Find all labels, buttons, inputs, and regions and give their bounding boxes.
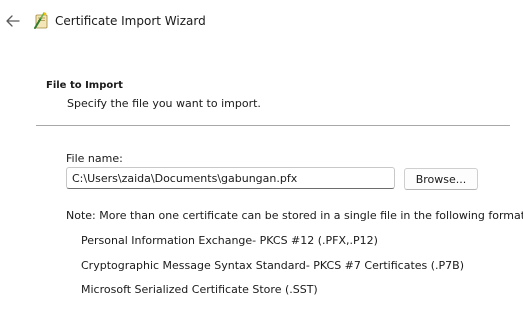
section-subtitle: Specify the file you want to import.: [67, 97, 261, 110]
back-button[interactable]: [4, 12, 22, 30]
section-title: File to Import: [46, 80, 123, 91]
browse-button[interactable]: Browse...: [404, 168, 478, 190]
window-title: Certificate Import Wizard: [55, 14, 206, 28]
certificate-wizard-icon: [34, 12, 50, 30]
title-bar: Certificate Import Wizard: [0, 0, 523, 44]
file-name-input[interactable]: [66, 167, 395, 189]
back-arrow-icon: [6, 15, 20, 27]
file-name-label: File name:: [66, 152, 123, 165]
format-item-p7b: Cryptographic Message Syntax Standard- P…: [81, 259, 465, 272]
note-text: Note: More than one certificate can be s…: [66, 209, 523, 222]
format-item-sst: Microsoft Serialized Certificate Store (…: [81, 283, 318, 296]
format-item-pfx: Personal Information Exchange- PKCS #12 …: [81, 234, 378, 247]
divider: [36, 125, 510, 126]
